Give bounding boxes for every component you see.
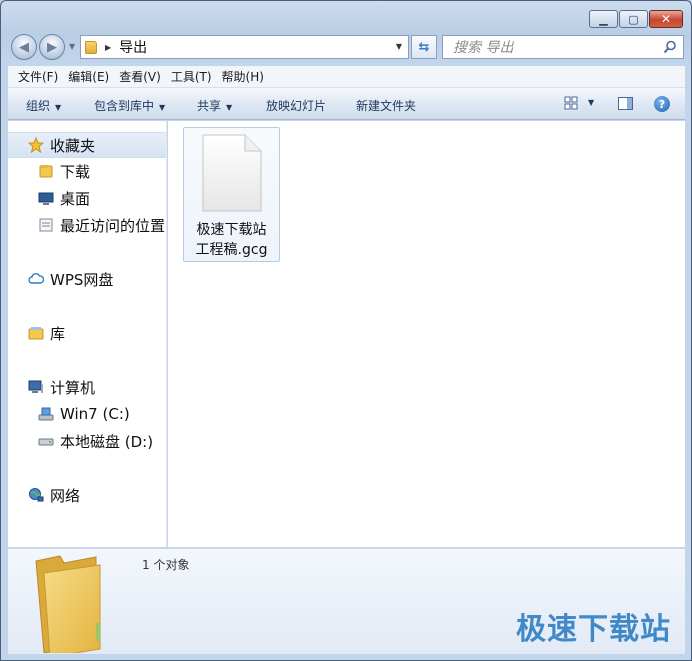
file-name: 极速下载站 工程稿.gcg bbox=[184, 220, 279, 260]
folder-icon bbox=[85, 40, 97, 54]
recent-places-icon bbox=[39, 218, 53, 232]
nav-downloads[interactable]: 下载 bbox=[38, 160, 90, 182]
watermark-logo: 极速下载站 bbox=[516, 612, 671, 647]
nav-favorites[interactable]: 收藏夹 bbox=[8, 132, 166, 158]
nav-libraries[interactable]: 库 bbox=[28, 322, 65, 344]
address-bar[interactable]: ▶ 导出 ▼ bbox=[80, 35, 409, 59]
organize-label: 组织 bbox=[26, 99, 51, 113]
breadcrumb-current[interactable]: 导出 bbox=[119, 37, 147, 57]
close-icon: ✕ bbox=[660, 12, 672, 26]
nav-recent-places[interactable]: 最近访问的位置 bbox=[38, 214, 165, 236]
refresh-icon: ⇆ bbox=[418, 39, 430, 55]
nav-desktop-label: 桌面 bbox=[60, 189, 91, 208]
search-icon[interactable] bbox=[663, 40, 677, 54]
forward-arrow-icon: ▶ bbox=[47, 39, 57, 55]
library-icon bbox=[28, 327, 44, 340]
caption-buttons: ▁ ▢ ✕ bbox=[589, 10, 683, 28]
search-input[interactable]: 搜索 导出 bbox=[442, 35, 684, 59]
item-count: 1 个对象 bbox=[142, 558, 190, 572]
navigation-pane[interactable]: 收藏夹 下载 桌面 最近访问的位置 WPS网盘 库 计算机 Win7 (C:) bbox=[8, 121, 167, 547]
back-arrow-icon: ◀ bbox=[19, 39, 29, 55]
forward-button[interactable]: ▶ bbox=[39, 34, 65, 60]
star-icon bbox=[28, 137, 44, 153]
system-drive-icon bbox=[38, 407, 54, 421]
chevron-down-icon: ▼ bbox=[226, 103, 233, 112]
file-list-area[interactable]: 极速下载站 工程稿.gcg bbox=[168, 121, 685, 547]
command-bar: 组织 ▼ 包含到库中 ▼ 共享 ▼ 放映幻灯片 新建文件夹 ▼ ? bbox=[8, 88, 685, 120]
minimize-button[interactable]: ▁ bbox=[589, 10, 618, 28]
address-dropdown-icon[interactable]: ▼ bbox=[396, 42, 402, 51]
minimize-icon: ▁ bbox=[599, 12, 608, 26]
nav-drive-c[interactable]: Win7 (C:) bbox=[38, 403, 130, 425]
nav-wps-label: WPS网盘 bbox=[50, 270, 114, 289]
chevron-down-icon: ▼ bbox=[159, 103, 166, 112]
slideshow-label: 放映幻灯片 bbox=[266, 99, 327, 113]
details-pane: 1 个对象 极速下载站 bbox=[8, 548, 685, 654]
refresh-button[interactable]: ⇆ bbox=[411, 35, 437, 59]
nav-downloads-label: 下载 bbox=[60, 162, 91, 181]
nav-network-label: 网络 bbox=[50, 486, 81, 505]
cloud-icon bbox=[28, 273, 44, 284]
hard-drive-icon bbox=[38, 438, 54, 446]
network-icon bbox=[29, 488, 44, 502]
nav-drive-d[interactable]: 本地磁盘 (D:) bbox=[38, 430, 153, 452]
slideshow-button[interactable]: 放映幻灯片 bbox=[266, 97, 326, 114]
menu-help[interactable]: 帮助(H) bbox=[217, 68, 269, 85]
recent-pages-dropdown[interactable]: ▼ bbox=[69, 42, 75, 51]
share-button[interactable]: 共享 ▼ bbox=[197, 97, 232, 114]
nav-drive-d-label: 本地磁盘 (D:) bbox=[60, 432, 154, 451]
nav-drive-c-label: Win7 (C:) bbox=[60, 405, 130, 423]
chevron-down-icon: ▼ bbox=[55, 103, 62, 112]
file-name-line1: 极速下载站 bbox=[196, 222, 267, 238]
organize-button[interactable]: 组织 ▼ bbox=[26, 97, 61, 114]
menu-bar: 文件(F) 编辑(E) 查看(V) 工具(T) 帮助(H) bbox=[8, 66, 685, 88]
nav-libraries-label: 库 bbox=[50, 324, 66, 343]
close-button[interactable]: ✕ bbox=[649, 10, 683, 28]
file-name-line2: 工程稿.gcg bbox=[195, 242, 268, 258]
file-item[interactable]: 极速下载站 工程稿.gcg bbox=[183, 127, 280, 262]
preview-pane-icon[interactable] bbox=[618, 97, 633, 110]
desktop-icon bbox=[38, 192, 54, 205]
computer-icon bbox=[28, 380, 43, 393]
breadcrumb-arrow-icon[interactable]: ▶ bbox=[105, 43, 111, 52]
share-label: 共享 bbox=[197, 99, 222, 113]
back-button[interactable]: ◀ bbox=[11, 34, 37, 60]
include-in-library-button[interactable]: 包含到库中 ▼ bbox=[94, 97, 165, 114]
nav-recent-label: 最近访问的位置 bbox=[60, 216, 166, 235]
menu-file[interactable]: 文件(F) bbox=[8, 68, 63, 85]
nav-computer[interactable]: 计算机 bbox=[28, 376, 95, 398]
nav-wps-cloud[interactable]: WPS网盘 bbox=[28, 268, 113, 290]
search-placeholder: 搜索 导出 bbox=[453, 40, 514, 56]
document-icon bbox=[202, 134, 262, 212]
menu-edit[interactable]: 编辑(E) bbox=[63, 68, 114, 85]
help-icon[interactable]: ? bbox=[654, 96, 670, 112]
view-options-dropdown[interactable]: ▼ bbox=[588, 98, 594, 107]
nav-favorites-label: 收藏夹 bbox=[50, 136, 96, 155]
menu-view[interactable]: 查看(V) bbox=[114, 68, 166, 85]
nav-network[interactable]: 网络 bbox=[28, 484, 80, 506]
menu-tools[interactable]: 工具(T) bbox=[166, 68, 217, 85]
maximize-icon: ▢ bbox=[628, 12, 639, 26]
new-folder-button[interactable]: 新建文件夹 bbox=[356, 97, 416, 114]
change-view-icon[interactable] bbox=[564, 96, 578, 110]
explorer-window: ▁ ▢ ✕ ◀ ▶ ▼ ▶ 导出 ▼ ⇆ 搜索 导出 文件(F) 编辑(E) 查… bbox=[0, 0, 692, 661]
maximize-button[interactable]: ▢ bbox=[619, 10, 648, 28]
nav-desktop[interactable]: 桌面 bbox=[38, 187, 90, 209]
folder-large-icon bbox=[35, 555, 101, 653]
nav-computer-label: 计算机 bbox=[50, 378, 96, 397]
new-folder-label: 新建文件夹 bbox=[356, 99, 417, 113]
include-label: 包含到库中 bbox=[94, 99, 155, 113]
downloads-folder-icon bbox=[39, 165, 53, 178]
